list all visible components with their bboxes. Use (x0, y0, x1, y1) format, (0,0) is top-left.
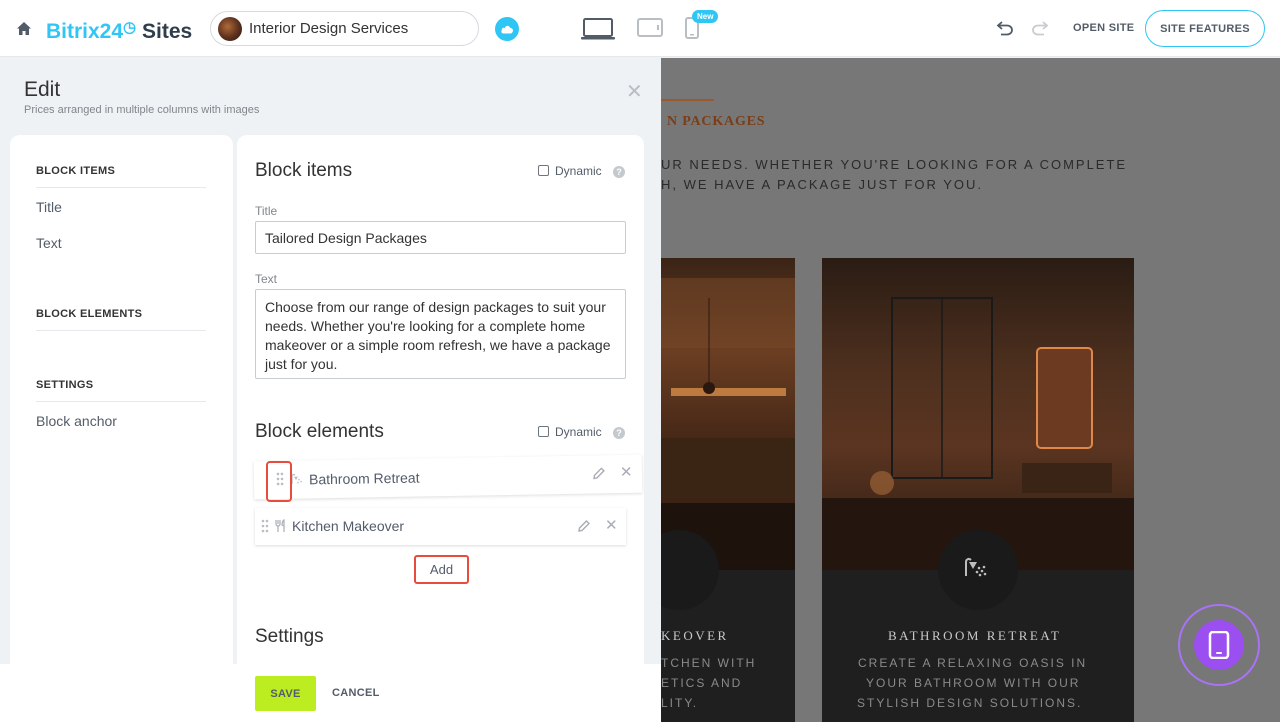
nav-block-elements-heading[interactable]: BLOCK ELEMENTS (36, 308, 142, 320)
site-name: Interior Design Services (249, 20, 409, 37)
undo-icon[interactable] (996, 20, 1014, 36)
help-icon[interactable]: ? (613, 427, 625, 439)
edit-navigation: BLOCK ITEMS Title Text BLOCK ELEMENTS SE… (10, 135, 233, 665)
bathroom-card-desc: CREATE A RELAXING OASIS IN (858, 656, 1088, 670)
dynamic-label: Dynamic (555, 425, 602, 439)
bathroom-card-desc: STYLISH DESIGN SOLUTIONS. (857, 696, 1083, 710)
nav-divider (36, 330, 206, 331)
text-label: Text (255, 272, 278, 286)
preview-text-line: H, WE HAVE A PACKAGE JUST FOR YOU. (661, 177, 984, 192)
cloud-icon[interactable] (495, 17, 519, 41)
close-icon[interactable]: ✕ (626, 82, 643, 102)
nav-settings-heading[interactable]: SETTINGS (36, 379, 93, 391)
drag-handle-highlight (266, 461, 292, 502)
dynamic-checkbox[interactable]: Dynamic (538, 164, 602, 178)
heading-underline (661, 99, 714, 101)
pencil-icon[interactable] (577, 519, 591, 533)
checkbox-box[interactable] (538, 165, 549, 176)
block-items-title: Block items (255, 160, 353, 181)
kitchen-card-image (661, 258, 795, 570)
pencil-icon[interactable] (592, 466, 606, 480)
top-bar: Bitrix24◷ Sites Interior Design Services… (0, 0, 1280, 57)
kitchen-card-desc: LITY. (661, 696, 699, 710)
tablet-icon (1208, 631, 1230, 659)
redo-icon[interactable] (1031, 20, 1049, 36)
nav-item-block-anchor[interactable]: Block anchor (36, 413, 117, 429)
element-row-kitchen-makeover[interactable]: Kitchen Makeover ✕ (255, 508, 626, 545)
site-features-button[interactable]: SITE FEATURES (1145, 10, 1265, 47)
title-input[interactable]: Tailored Design Packages (255, 221, 626, 254)
help-icon[interactable]: ? (613, 166, 625, 178)
mobile-preview-button[interactable] (1178, 604, 1260, 686)
edit-form: Block items Dynamic ? Title Tailored Des… (237, 135, 644, 665)
checkbox-box[interactable] (538, 426, 549, 437)
shower-icon (291, 473, 302, 484)
element-label: Kitchen Makeover (292, 518, 405, 534)
shower-icon (965, 557, 987, 577)
bathroom-card-image (822, 258, 1134, 570)
site-selector[interactable]: Interior Design Services (210, 11, 479, 46)
preview-text-line: UR NEEDS. WHETHER YOU'RE LOOKING FOR A C… (661, 157, 1128, 172)
nav-block-items-heading[interactable]: BLOCK ITEMS (36, 165, 115, 177)
delete-icon[interactable]: ✕ (605, 516, 618, 534)
edit-title: Edit (24, 78, 61, 101)
nav-item-text[interactable]: Text (36, 235, 62, 251)
dynamic-label: Dynamic (555, 164, 602, 178)
logo-brand: Bitrix24 (46, 20, 124, 43)
kitchen-card-desc: ETICS AND (661, 676, 743, 690)
bitrix24-logo[interactable]: Bitrix24◷ Sites (46, 16, 192, 44)
bathroom-card-desc: YOUR BATHROOM WITH OUR (866, 676, 1081, 690)
logo-sites: Sites (141, 20, 193, 43)
clock-icon: ◷ (123, 19, 137, 36)
title-label: Title (255, 204, 278, 218)
block-elements-title: Block elements (255, 421, 384, 442)
delete-icon[interactable]: ✕ (620, 463, 633, 481)
preview-heading: N PACKAGES (667, 114, 766, 129)
kitchen-card-desc: TCHEN WITH (661, 656, 757, 670)
open-site-link[interactable]: OPEN SITE (1073, 22, 1134, 34)
nav-divider (36, 187, 206, 188)
edit-subtitle: Prices arranged in multiple columns with… (24, 104, 260, 116)
tablet-icon[interactable] (637, 18, 663, 38)
settings-title: Settings (255, 626, 324, 647)
dynamic-checkbox[interactable]: Dynamic (538, 425, 602, 439)
cutlery-icon (275, 519, 285, 532)
edit-panel: Edit Prices arranged in multiple columns… (0, 58, 661, 722)
cancel-button[interactable]: CANCEL (332, 687, 380, 699)
element-row-bathroom-retreat[interactable]: Bathroom Retreat ✕ (253, 454, 643, 500)
nav-item-title[interactable]: Title (36, 199, 62, 215)
text-textarea[interactable]: Choose from our range of design packages… (255, 289, 626, 379)
new-badge: New (692, 10, 719, 23)
add-element-button[interactable]: Add (414, 555, 469, 584)
save-button[interactable]: SAVE (255, 676, 316, 711)
nav-divider (36, 401, 206, 402)
kitchen-card-title: KEOVER (661, 628, 729, 643)
element-label: Bathroom Retreat (308, 469, 420, 488)
bathroom-card-title: BATHROOM RETREAT (888, 628, 1062, 643)
desktop-icon[interactable] (581, 17, 615, 41)
home-icon[interactable] (15, 20, 33, 38)
mobile-fab-inner (1194, 620, 1244, 670)
drag-handle-icon[interactable] (261, 519, 269, 534)
site-thumbnail (218, 17, 242, 41)
edit-footer: SAVE CANCEL (0, 664, 661, 722)
